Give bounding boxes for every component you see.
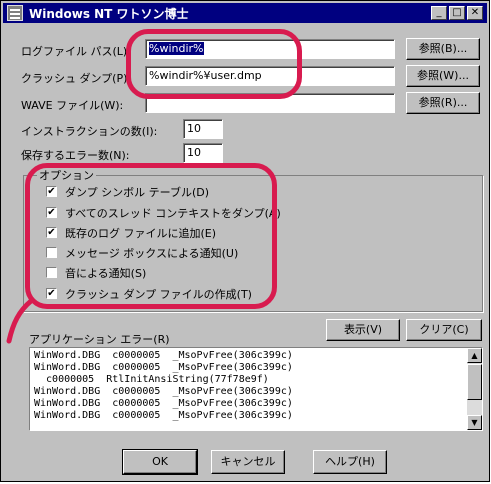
dr-watson-dialog: Windows NT ワトソン博士 _ □ ✕ ログファイル パス(L): %w… xyxy=(0,0,490,482)
highlight-swoosh xyxy=(6,298,34,344)
